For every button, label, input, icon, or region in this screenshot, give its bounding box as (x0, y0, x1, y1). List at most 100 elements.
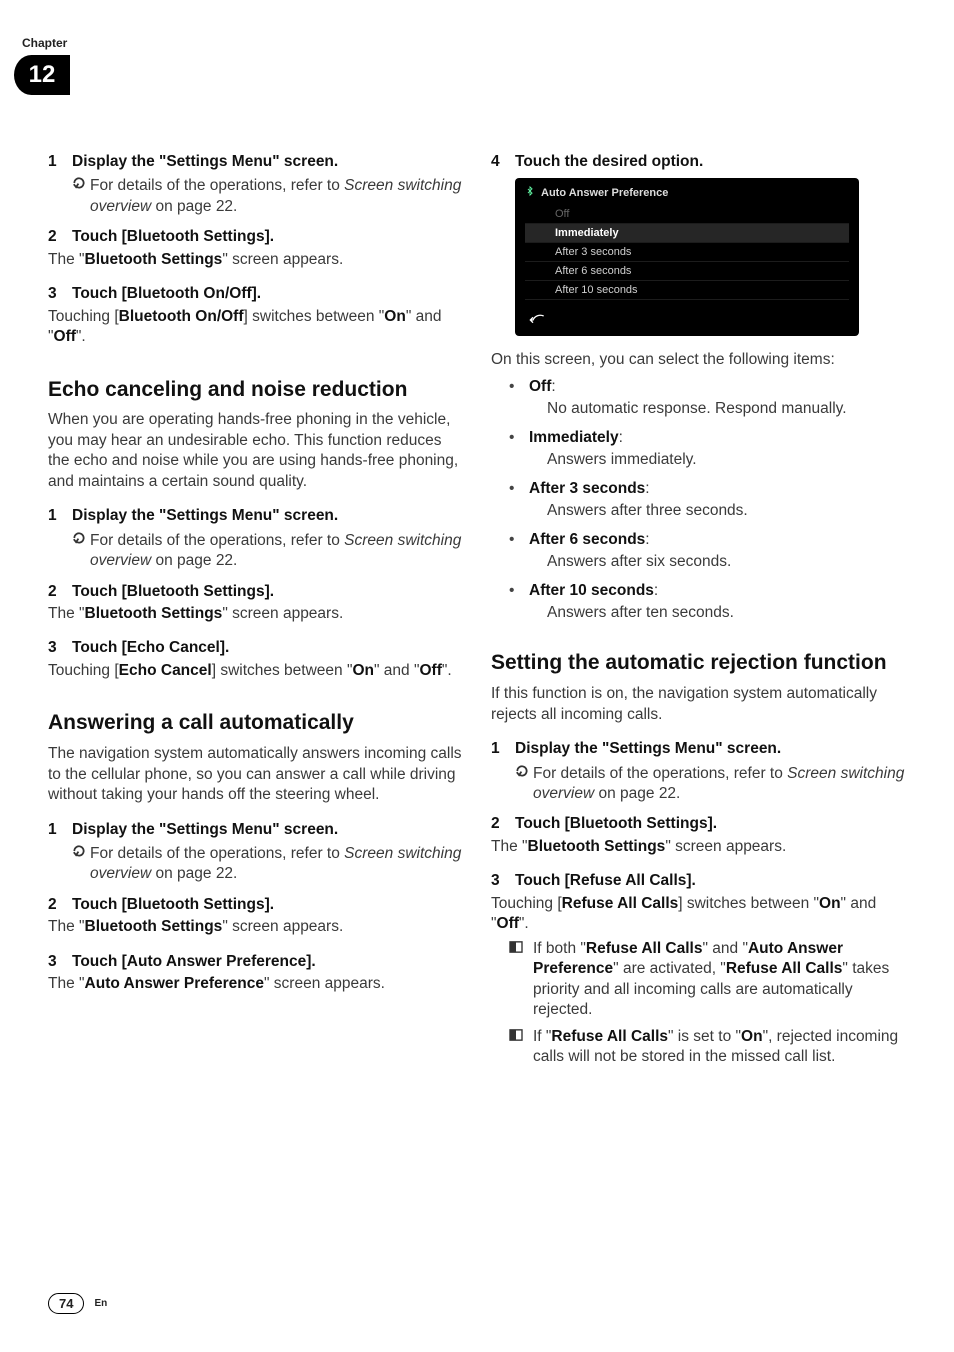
step-text: Display the "Settings Menu" screen. (72, 506, 338, 526)
language-code: En (94, 1298, 107, 1309)
page-number: 74 (48, 1293, 84, 1314)
list-item-desc: Answers after ten seconds. (547, 603, 906, 623)
screenshot-option: After 3 seconds (525, 243, 849, 262)
list-item: Off: (509, 377, 906, 397)
step-body: The "Auto Answer Preference" screen appe… (48, 974, 463, 994)
step: 2Touch [Bluetooth Settings]. (48, 895, 463, 915)
sub-text: For details of the operations, refer to … (90, 176, 463, 217)
step-text: Display the "Settings Menu" screen. (72, 152, 338, 172)
note-text: If both "Refuse All Calls" and "Auto Ans… (533, 939, 906, 1021)
section-heading-echo: Echo canceling and noise reduction (48, 378, 463, 403)
step-number: 1 (48, 820, 72, 840)
step-number: 3 (48, 952, 72, 972)
screenshot-option: Off (525, 205, 849, 224)
sub-note: For details of the operations, refer to … (515, 764, 906, 805)
auto-answer-preference-screenshot: Auto Answer Preference Off Immediately A… (515, 178, 859, 336)
step-number: 2 (48, 895, 72, 915)
step: 1Display the "Settings Menu" screen. (48, 506, 463, 526)
step-body: The "Bluetooth Settings" screen appears. (48, 604, 463, 624)
note-item: If both "Refuse All Calls" and "Auto Ans… (509, 939, 906, 1021)
step-number: 2 (48, 227, 72, 247)
sub-note: For details of the operations, refer to … (72, 531, 463, 572)
step-number: 3 (48, 284, 72, 304)
right-column: 4Touch the desired option. Auto Answer P… (491, 152, 906, 1073)
step: 1Display the "Settings Menu" screen. (48, 820, 463, 840)
step-text: Touch [Echo Cancel]. (72, 638, 229, 658)
step-text: Touch [Bluetooth On/Off]. (72, 284, 261, 304)
list-item-desc: Answers after three seconds. (547, 501, 906, 521)
step-text: Touch [Auto Answer Preference]. (72, 952, 316, 972)
options-list: Off: No automatic response. Respond manu… (509, 377, 906, 624)
two-column-layout: 1Display the "Settings Menu" screen. For… (48, 152, 906, 1073)
list-item-desc: No automatic response. Respond manually. (547, 399, 906, 419)
step-body: Touching [Echo Cancel] switches between … (48, 661, 463, 681)
note-list: If both "Refuse All Calls" and "Auto Ans… (509, 939, 906, 1068)
page-title: Using hands-free phoning (84, 61, 386, 89)
note-item: If "Refuse All Calls" is set to "On", re… (509, 1027, 906, 1068)
sub-text: For details of the operations, refer to … (90, 844, 463, 885)
step: 4Touch the desired option. (491, 152, 906, 172)
left-column: 1Display the "Settings Menu" screen. For… (48, 152, 463, 1073)
step-body: The "Bluetooth Settings" screen appears. (491, 837, 906, 857)
sub-note: For details of the operations, refer to … (72, 844, 463, 885)
screenshot-option: After 10 seconds (525, 281, 849, 300)
section-intro: If this function is on, the navigation s… (491, 684, 906, 725)
bullet-dot-icon (509, 377, 529, 397)
sub-text: For details of the operations, refer to … (533, 764, 906, 805)
step-text: Touch [Refuse All Calls]. (515, 871, 696, 891)
step-text: Display the "Settings Menu" screen. (515, 739, 781, 759)
bullet-dot-icon (509, 530, 529, 550)
step-text: Touch [Bluetooth Settings]. (515, 814, 717, 834)
note-text: If "Refuse All Calls" is set to "On", re… (533, 1027, 906, 1068)
list-item: After 3 seconds: (509, 479, 906, 499)
list-item-desc: Answers immediately. (547, 450, 906, 470)
step: 2Touch [Bluetooth Settings]. (48, 227, 463, 247)
step: 3Touch [Auto Answer Preference]. (48, 952, 463, 972)
step-number: 3 (491, 871, 515, 891)
chapter-label: Chapter (22, 36, 906, 50)
step: 3Touch [Bluetooth On/Off]. (48, 284, 463, 304)
bullet-dot-icon (509, 581, 529, 601)
note-box-icon (509, 939, 533, 1021)
page-footer: 74 En (48, 1293, 107, 1314)
page-header: 12 Using hands-free phoning (14, 52, 906, 98)
refer-arrow-icon (72, 531, 90, 572)
step-text: Touch the desired option. (515, 152, 703, 172)
step-body: The "Bluetooth Settings" screen appears. (48, 917, 463, 937)
step-body: Touching [Bluetooth On/Off] switches bet… (48, 307, 463, 348)
step-text: Display the "Settings Menu" screen. (72, 820, 338, 840)
step-number: 2 (48, 582, 72, 602)
step-text: Touch [Bluetooth Settings]. (72, 895, 274, 915)
step-text: Touch [Bluetooth Settings]. (72, 227, 274, 247)
step: 3Touch [Refuse All Calls]. (491, 871, 906, 891)
step: 2Touch [Bluetooth Settings]. (491, 814, 906, 834)
refer-arrow-icon (515, 764, 533, 805)
page: Chapter 12 Using hands-free phoning 1Dis… (0, 0, 954, 1352)
chapter-number-badge: 12 (14, 55, 70, 95)
screenshot-option: After 6 seconds (525, 262, 849, 281)
section-intro: The navigation system automatically answ… (48, 744, 463, 805)
back-icon (529, 314, 545, 331)
step-text: Touch [Bluetooth Settings]. (72, 582, 274, 602)
sub-text: For details of the operations, refer to … (90, 531, 463, 572)
list-item-desc: Answers after six seconds. (547, 552, 906, 572)
step: 1Display the "Settings Menu" screen. (48, 152, 463, 172)
step-body: The "Bluetooth Settings" screen appears. (48, 250, 463, 270)
screenshot-option: Immediately (525, 224, 849, 243)
header-pill: Using hands-free phoning (64, 55, 906, 95)
list-item: After 6 seconds: (509, 530, 906, 550)
bullet-dot-icon (509, 479, 529, 499)
step: 2Touch [Bluetooth Settings]. (48, 582, 463, 602)
step-number: 4 (491, 152, 515, 172)
section-intro: When you are operating hands-free phonin… (48, 410, 463, 492)
step: 3Touch [Echo Cancel]. (48, 638, 463, 658)
list-item: Immediately: (509, 428, 906, 448)
step: 1Display the "Settings Menu" screen. (491, 739, 906, 759)
step-number: 1 (491, 739, 515, 759)
step-number: 3 (48, 638, 72, 658)
intro-text: On this screen, you can select the follo… (491, 350, 906, 370)
bluetooth-icon (525, 184, 535, 203)
sub-note: For details of the operations, refer to … (72, 176, 463, 217)
bullet-dot-icon (509, 428, 529, 448)
refer-arrow-icon (72, 844, 90, 885)
